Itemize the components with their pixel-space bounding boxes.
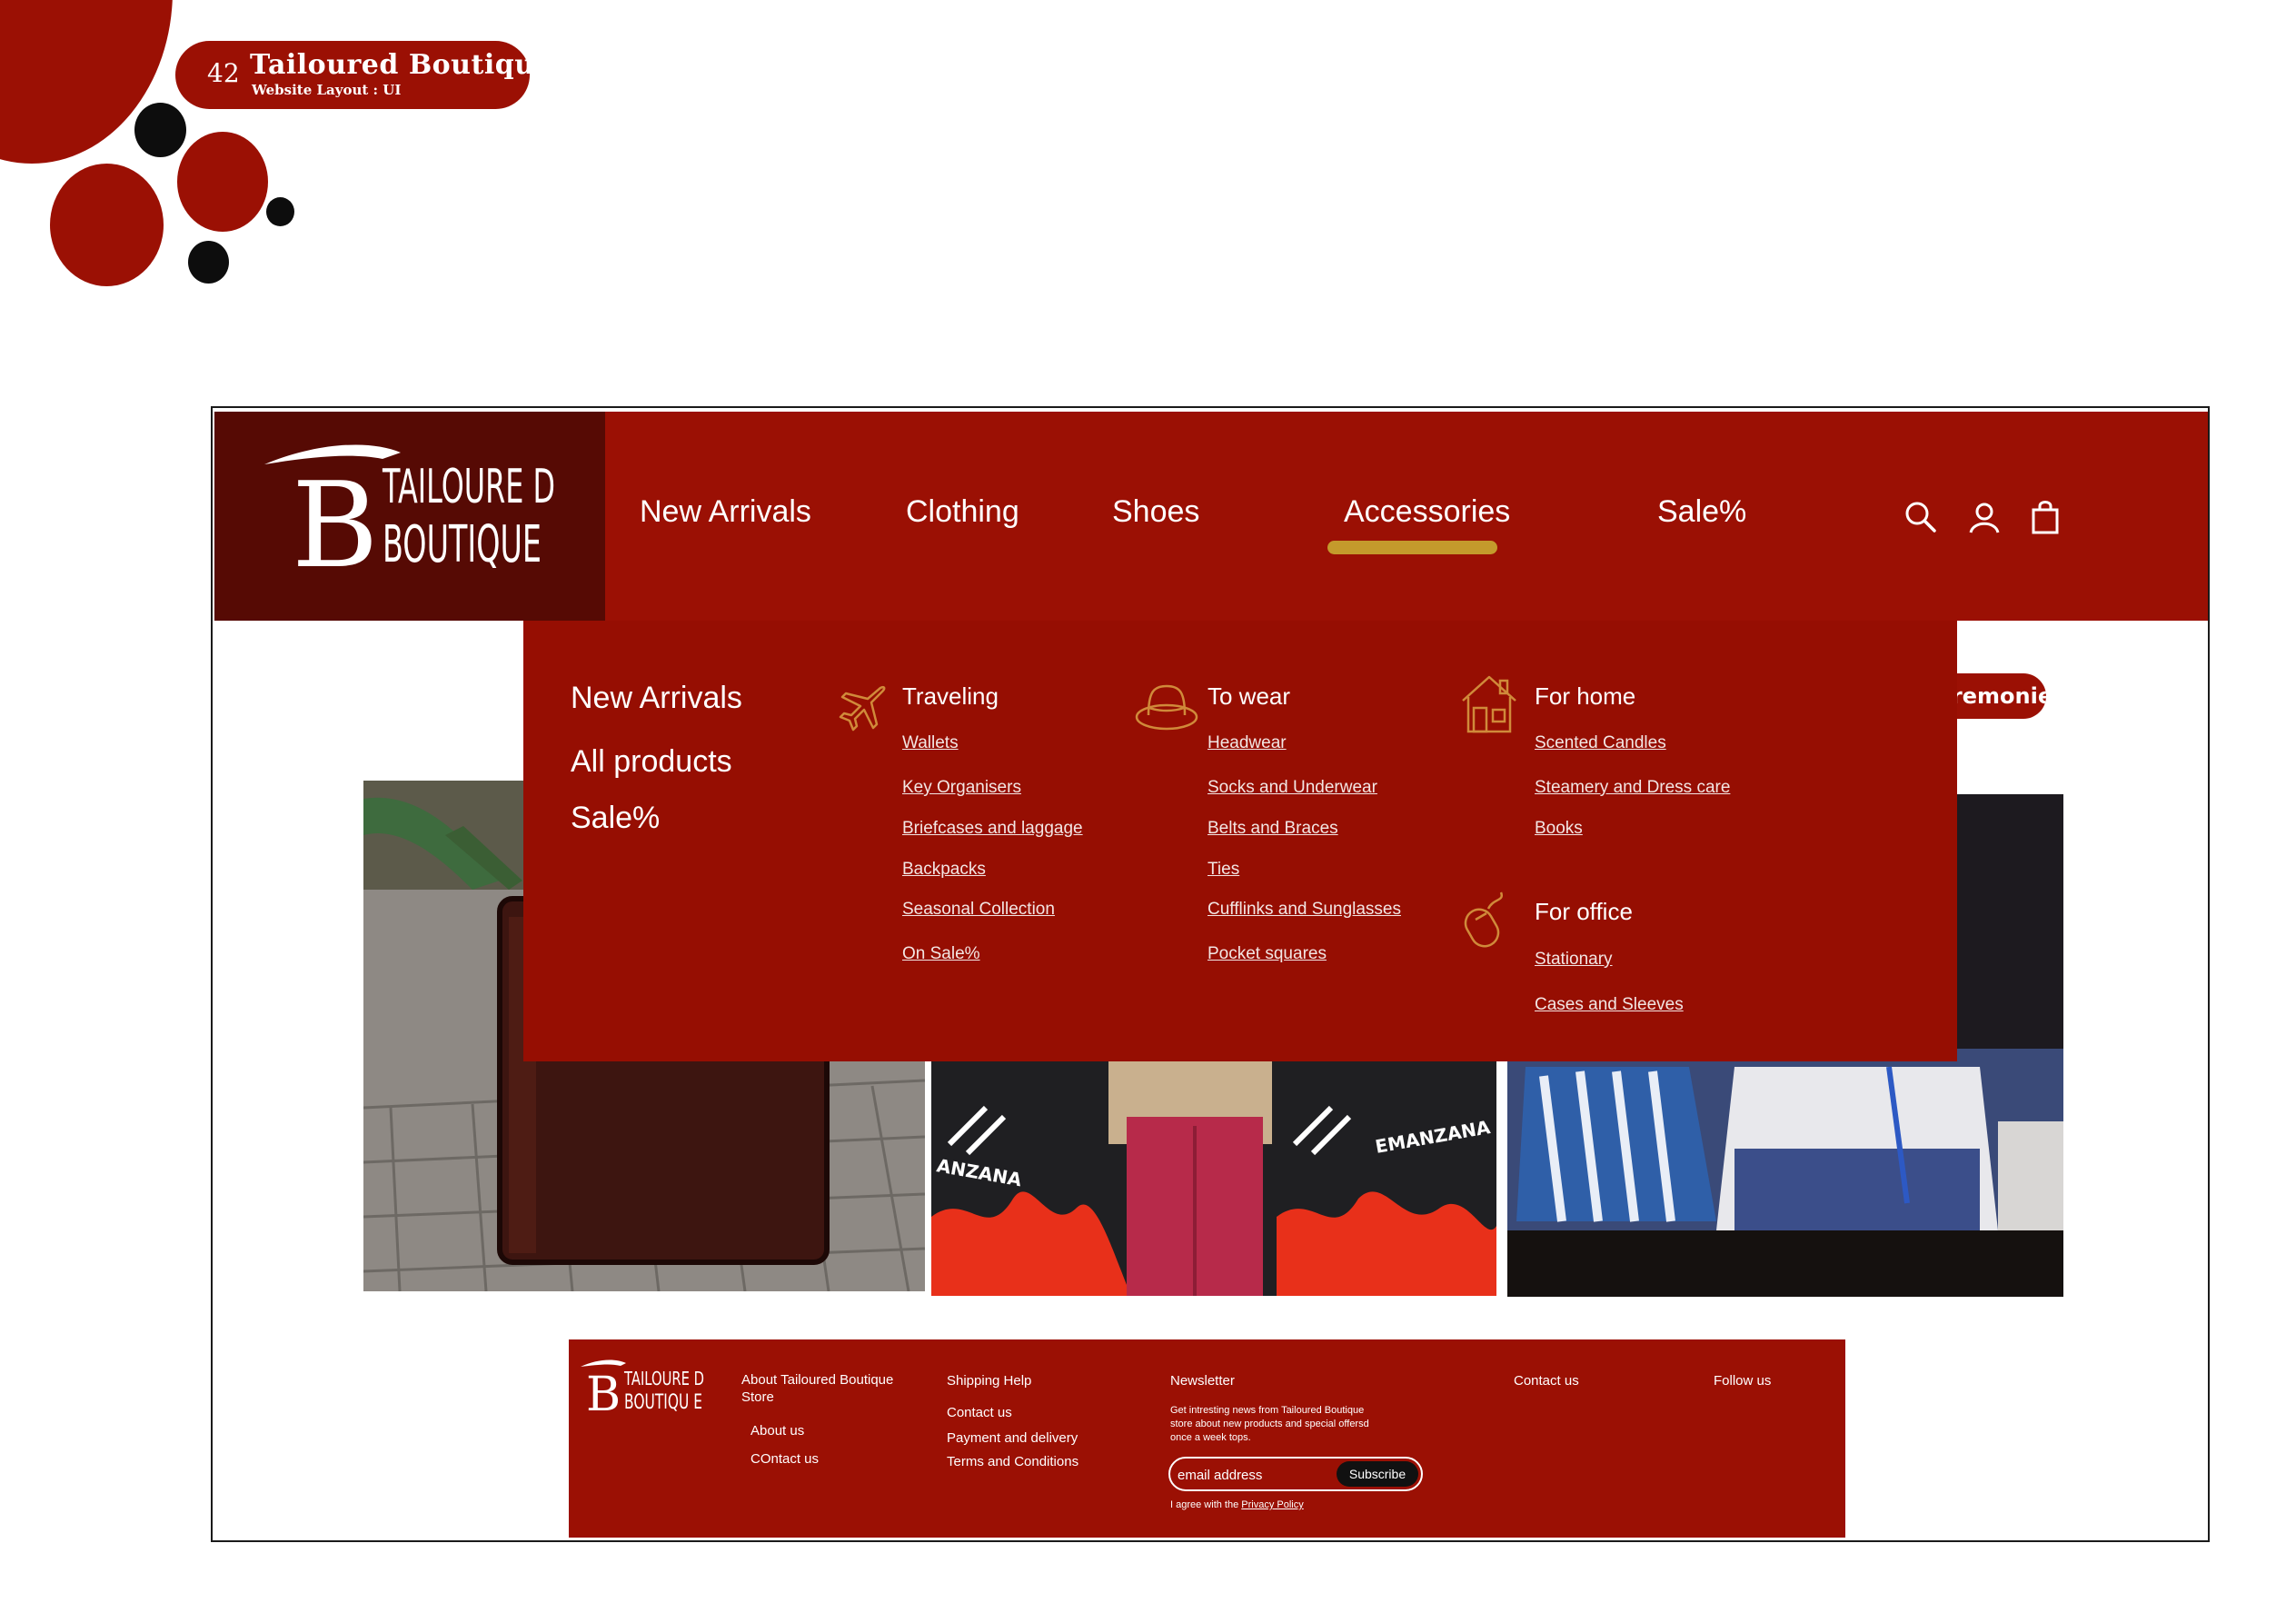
footer-payment-delivery-link[interactable]: Payment and delivery — [947, 1430, 1078, 1446]
account-icon[interactable] — [1966, 499, 2003, 535]
footer-logo-line-2: BOUTIQU E — [624, 1391, 702, 1414]
logo-line-1: TAILOURE D — [382, 460, 555, 514]
link-stationary[interactable]: Stationary — [1535, 950, 1613, 970]
nav-clothing[interactable]: Clothing — [906, 494, 1019, 530]
footer-agree-text: I agree with the Privacy Policy — [1170, 1499, 1304, 1510]
for-home-heading: For home — [1535, 682, 1636, 710]
link-socks-underwear[interactable]: Socks and Underwear — [1208, 778, 1377, 798]
computer-mouse-icon — [1459, 889, 1514, 952]
house-icon — [1459, 673, 1519, 741]
nav-active-indicator — [1327, 541, 1497, 554]
nav-accessories[interactable]: Accessories — [1344, 494, 1510, 530]
footer-logo-monogram: B — [586, 1368, 621, 1421]
agree-prefix: I agree with the — [1170, 1499, 1242, 1510]
website-frame: B TAILOURE D BOUTIQUE New Arrivals Cloth… — [211, 406, 2210, 1542]
logo-mark: B TAILOURE D BOUTIQUE — [264, 444, 555, 594]
airplane-icon — [837, 682, 888, 737]
page-number: 42 — [207, 58, 240, 88]
mega-new-arrivals[interactable]: New Arrivals — [571, 681, 742, 716]
footer-newsletter-text: Get intresting news from Tailoured Bouti… — [1170, 1405, 1369, 1443]
brand-logo[interactable]: B TAILOURE D BOUTIQUE — [214, 412, 605, 621]
privacy-policy-link[interactable]: Privacy Policy — [1241, 1499, 1303, 1510]
traveling-heading: Traveling — [902, 682, 999, 710]
footer-contact-us-link[interactable]: COntact us — [750, 1451, 819, 1467]
decorative-dot — [177, 132, 268, 232]
newsletter-form: Subscribe — [1168, 1457, 1423, 1491]
link-steamery-dress-care[interactable]: Steamery and Dress care — [1535, 778, 1730, 798]
link-headwear[interactable]: Headwear — [1208, 733, 1287, 753]
nav-sale[interactable]: Sale% — [1657, 494, 1746, 530]
shopping-bag-icon[interactable] — [2027, 499, 2063, 535]
link-on-sale[interactable]: On Sale% — [902, 944, 980, 964]
email-input[interactable] — [1178, 1464, 1341, 1486]
footer-logo[interactable]: B TAILOURE D BOUTIQU E — [573, 1349, 710, 1425]
to-wear-heading: To wear — [1208, 682, 1291, 710]
footer-contact-heading[interactable]: Contact us — [1514, 1373, 1579, 1389]
page-title: Tailoured Boutique — [250, 49, 553, 81]
link-wallets[interactable]: Wallets — [902, 733, 959, 753]
link-belts-braces[interactable]: Belts and Braces — [1208, 819, 1338, 839]
for-office-heading: For office — [1535, 898, 1633, 925]
link-books[interactable]: Books — [1535, 819, 1583, 839]
link-briefcases[interactable]: Briefcases and laggage — [902, 819, 1083, 839]
hat-icon — [1134, 681, 1199, 737]
logo-monogram: B — [292, 456, 379, 594]
decorative-dot — [50, 164, 164, 286]
footer: B TAILOURE D BOUTIQU E About Tailoured B… — [569, 1339, 1845, 1538]
footer-about-heading: About Tailoured Boutique Store — [741, 1372, 894, 1405]
page-subtitle: Website Layout : UI — [252, 82, 402, 98]
footer-about-us-link[interactable]: About us — [750, 1423, 804, 1439]
footer-newsletter-heading: Newsletter — [1170, 1373, 1235, 1389]
footer-shipping-contact-link[interactable]: Contact us — [947, 1405, 1012, 1420]
logo-line-2: BOUTIQUE — [383, 515, 542, 574]
product-photo-event[interactable]: ANZANA EMANZANA — [931, 1044, 1496, 1296]
footer-shipping-heading: Shipping Help — [947, 1373, 1032, 1389]
link-ties[interactable]: Ties — [1208, 860, 1239, 880]
link-seasonal-collection[interactable]: Seasonal Collection — [902, 900, 1055, 920]
nav-shoes[interactable]: Shoes — [1112, 494, 1199, 530]
accessories-mega-menu: New Arrivals All products Sale% Travelin… — [523, 621, 1957, 1061]
decorative-dot — [188, 241, 229, 284]
link-cufflinks-sunglasses[interactable]: Cufflinks and Sunglasses — [1208, 900, 1401, 920]
link-cases-sleeves[interactable]: Cases and Sleeves — [1535, 995, 1684, 1015]
link-pocket-squares[interactable]: Pocket squares — [1208, 944, 1327, 964]
decorative-dot — [134, 103, 186, 157]
subscribe-button[interactable]: Subscribe — [1337, 1461, 1418, 1487]
mega-sale[interactable]: Sale% — [571, 801, 660, 836]
nav-new-arrivals[interactable]: New Arrivals — [640, 494, 811, 530]
footer-follow-heading[interactable]: Follow us — [1714, 1373, 1771, 1389]
page: 42 Tailoured Boutique Website Layout : U… — [0, 0, 2296, 1623]
decorative-dot — [266, 197, 294, 226]
page-title-pill: 42 Tailoured Boutique Website Layout : U… — [175, 41, 552, 109]
footer-terms-link[interactable]: Terms and Conditions — [947, 1454, 1078, 1469]
search-icon[interactable] — [1903, 499, 1939, 535]
link-scented-candles[interactable]: Scented Candles — [1535, 733, 1666, 753]
mega-all-products[interactable]: All products — [571, 744, 732, 780]
link-backpacks[interactable]: Backpacks — [902, 860, 986, 880]
link-key-organisers[interactable]: Key Organisers — [902, 778, 1021, 798]
footer-logo-line-1: TAILOURE D — [623, 1368, 704, 1389]
